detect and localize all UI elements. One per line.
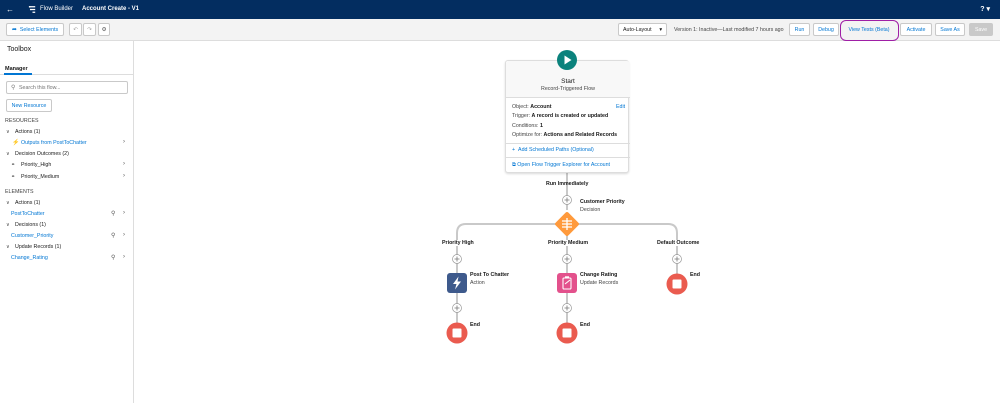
end-node-icon[interactable] (556, 322, 578, 344)
add-element-button[interactable] (562, 195, 572, 205)
add-icon: + (512, 147, 516, 153)
end-label: End (580, 322, 591, 328)
start-object-label: Object: (512, 104, 529, 110)
divider (506, 143, 630, 144)
start-conditions-value: 1 (539, 123, 543, 129)
branch-label-priority-high[interactable]: Priority High (441, 240, 475, 246)
decision-node-icon[interactable] (553, 210, 581, 238)
update-node-type: Update Records (580, 280, 619, 286)
add-scheduled-paths-label: Add Scheduled Paths (Optional) (518, 147, 594, 153)
start-trigger-label: Trigger: (512, 113, 531, 119)
update-records-icon[interactable] (557, 273, 577, 293)
add-element-button[interactable] (672, 254, 682, 264)
start-object-value: Account (530, 104, 552, 110)
start-title: Start (561, 78, 575, 85)
update-node-name: Change Rating (580, 272, 618, 278)
run-immediately-label: Run Immediately (546, 181, 589, 187)
open-trigger-explorer-link[interactable]: ⧉ Open Flow Trigger Explorer for Account (512, 162, 610, 169)
add-element-button[interactable] (562, 254, 572, 264)
edit-link[interactable]: Edit (616, 104, 625, 110)
divider (506, 97, 630, 98)
start-play-icon[interactable] (557, 50, 577, 70)
end-node-icon[interactable] (446, 322, 468, 344)
add-element-button[interactable] (562, 303, 572, 313)
end-node-icon[interactable] (666, 273, 688, 295)
action-node-type: Action (470, 280, 485, 286)
lightning-icon[interactable] (447, 273, 467, 293)
branch-label-default-outcome[interactable]: Default Outcome (656, 240, 701, 246)
end-label: End (470, 322, 481, 328)
start-subtitle: Record-Triggered Flow (541, 86, 595, 92)
end-label: End (690, 272, 701, 278)
start-optimize-row: Optimize for: Actions and Related Record… (512, 132, 617, 138)
decision-type: Decision (580, 207, 601, 213)
add-element-button[interactable] (452, 303, 462, 313)
start-object-row: Object: Account (512, 104, 551, 110)
action-node-name: Post To Chatter (470, 272, 510, 278)
add-element-button[interactable] (452, 254, 462, 264)
open-trigger-explorer-label: Open Flow Trigger Explorer for Account (517, 162, 611, 168)
start-optimize-value: Actions and Related Records (543, 132, 618, 138)
start-trigger-value: A record is created or updated (531, 113, 609, 119)
flow-connectors (456, 173, 678, 325)
start-conditions-row: Conditions: 1 (512, 123, 543, 129)
external-link-icon: ⧉ (512, 162, 516, 168)
start-conditions-label: Conditions: (512, 123, 539, 129)
branch-label-priority-medium[interactable]: Priority Medium (547, 240, 590, 246)
start-node-card[interactable]: Start Record-Triggered Flow Object: Acco… (505, 60, 630, 173)
add-scheduled-paths-link[interactable]: + Add Scheduled Paths (Optional) (512, 147, 594, 153)
divider (506, 157, 630, 158)
start-trigger-row: Trigger: A record is created or updated (512, 113, 608, 119)
decision-name: Customer Priority (580, 199, 625, 205)
start-optimize-label: Optimize for: (512, 132, 543, 138)
